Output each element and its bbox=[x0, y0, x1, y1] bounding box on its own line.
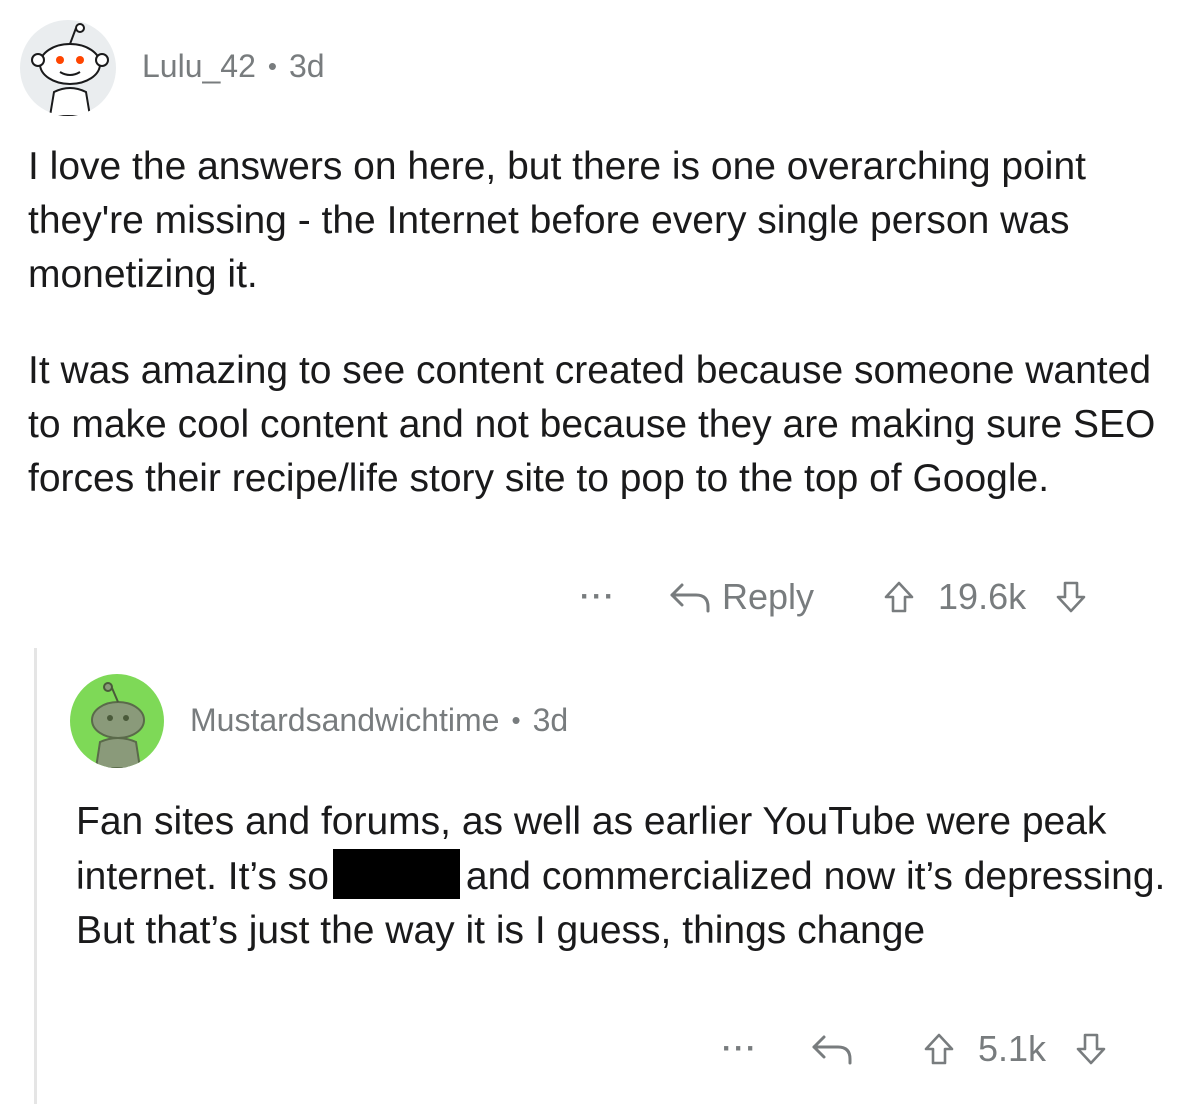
comment-actions: ··· Reply 19.6k bbox=[580, 570, 1088, 624]
comment-paragraph: Fan sites and forums, as well as earlier… bbox=[76, 795, 1166, 958]
meta-separator: • bbox=[267, 51, 277, 81]
user-avatar[interactable] bbox=[70, 674, 164, 768]
user-avatar[interactable] bbox=[20, 20, 116, 116]
more-options-icon[interactable]: ··· bbox=[722, 1032, 758, 1066]
comment-age: 3d bbox=[289, 48, 325, 84]
username[interactable]: Lulu_42 bbox=[142, 48, 256, 85]
reply-arrow-icon bbox=[812, 1035, 852, 1065]
comment-body: Fan sites and forums, as well as earlier… bbox=[76, 795, 1166, 958]
comment-meta: Mustardsandwichtime • 3d bbox=[190, 702, 568, 739]
vote-score: 19.6k bbox=[938, 576, 1027, 617]
more-options-icon[interactable]: ··· bbox=[580, 580, 616, 614]
comment-paragraph: I love the answers on here, but there is… bbox=[28, 145, 1086, 296]
reply-button[interactable]: Reply bbox=[668, 576, 814, 618]
redaction-block bbox=[332, 849, 460, 899]
thread-line[interactable] bbox=[34, 648, 37, 1104]
username[interactable]: Mustardsandwichtime bbox=[190, 702, 499, 739]
comment-meta: Lulu_42 • 3d bbox=[142, 48, 325, 85]
upvote-arrow-icon bbox=[924, 1033, 954, 1065]
downvote-button[interactable] bbox=[1054, 579, 1088, 615]
downvote-arrow-icon bbox=[1056, 581, 1086, 613]
upvote-button[interactable] bbox=[922, 1031, 956, 1067]
upvote-button[interactable] bbox=[882, 579, 916, 615]
snoo-avatar-icon bbox=[31, 23, 109, 116]
upvote-arrow-icon bbox=[884, 581, 914, 613]
reply-label: Reply bbox=[721, 576, 815, 617]
comment-body: I love the answers on here, but there is… bbox=[28, 140, 1178, 506]
downvote-arrow-icon bbox=[1076, 1033, 1106, 1065]
vote-score: 5.1k bbox=[977, 1028, 1047, 1069]
reply-arrow-icon bbox=[670, 583, 710, 613]
snoo-avatar-icon bbox=[91, 682, 145, 768]
comment-age: 3d bbox=[532, 702, 569, 738]
reply-button[interactable] bbox=[810, 1031, 854, 1067]
comment-paragraph: It was amazing to see content created be… bbox=[28, 349, 1156, 500]
downvote-button[interactable] bbox=[1074, 1031, 1108, 1067]
meta-separator: • bbox=[511, 705, 521, 735]
comment-actions: ··· 5.1k bbox=[722, 1022, 1108, 1076]
